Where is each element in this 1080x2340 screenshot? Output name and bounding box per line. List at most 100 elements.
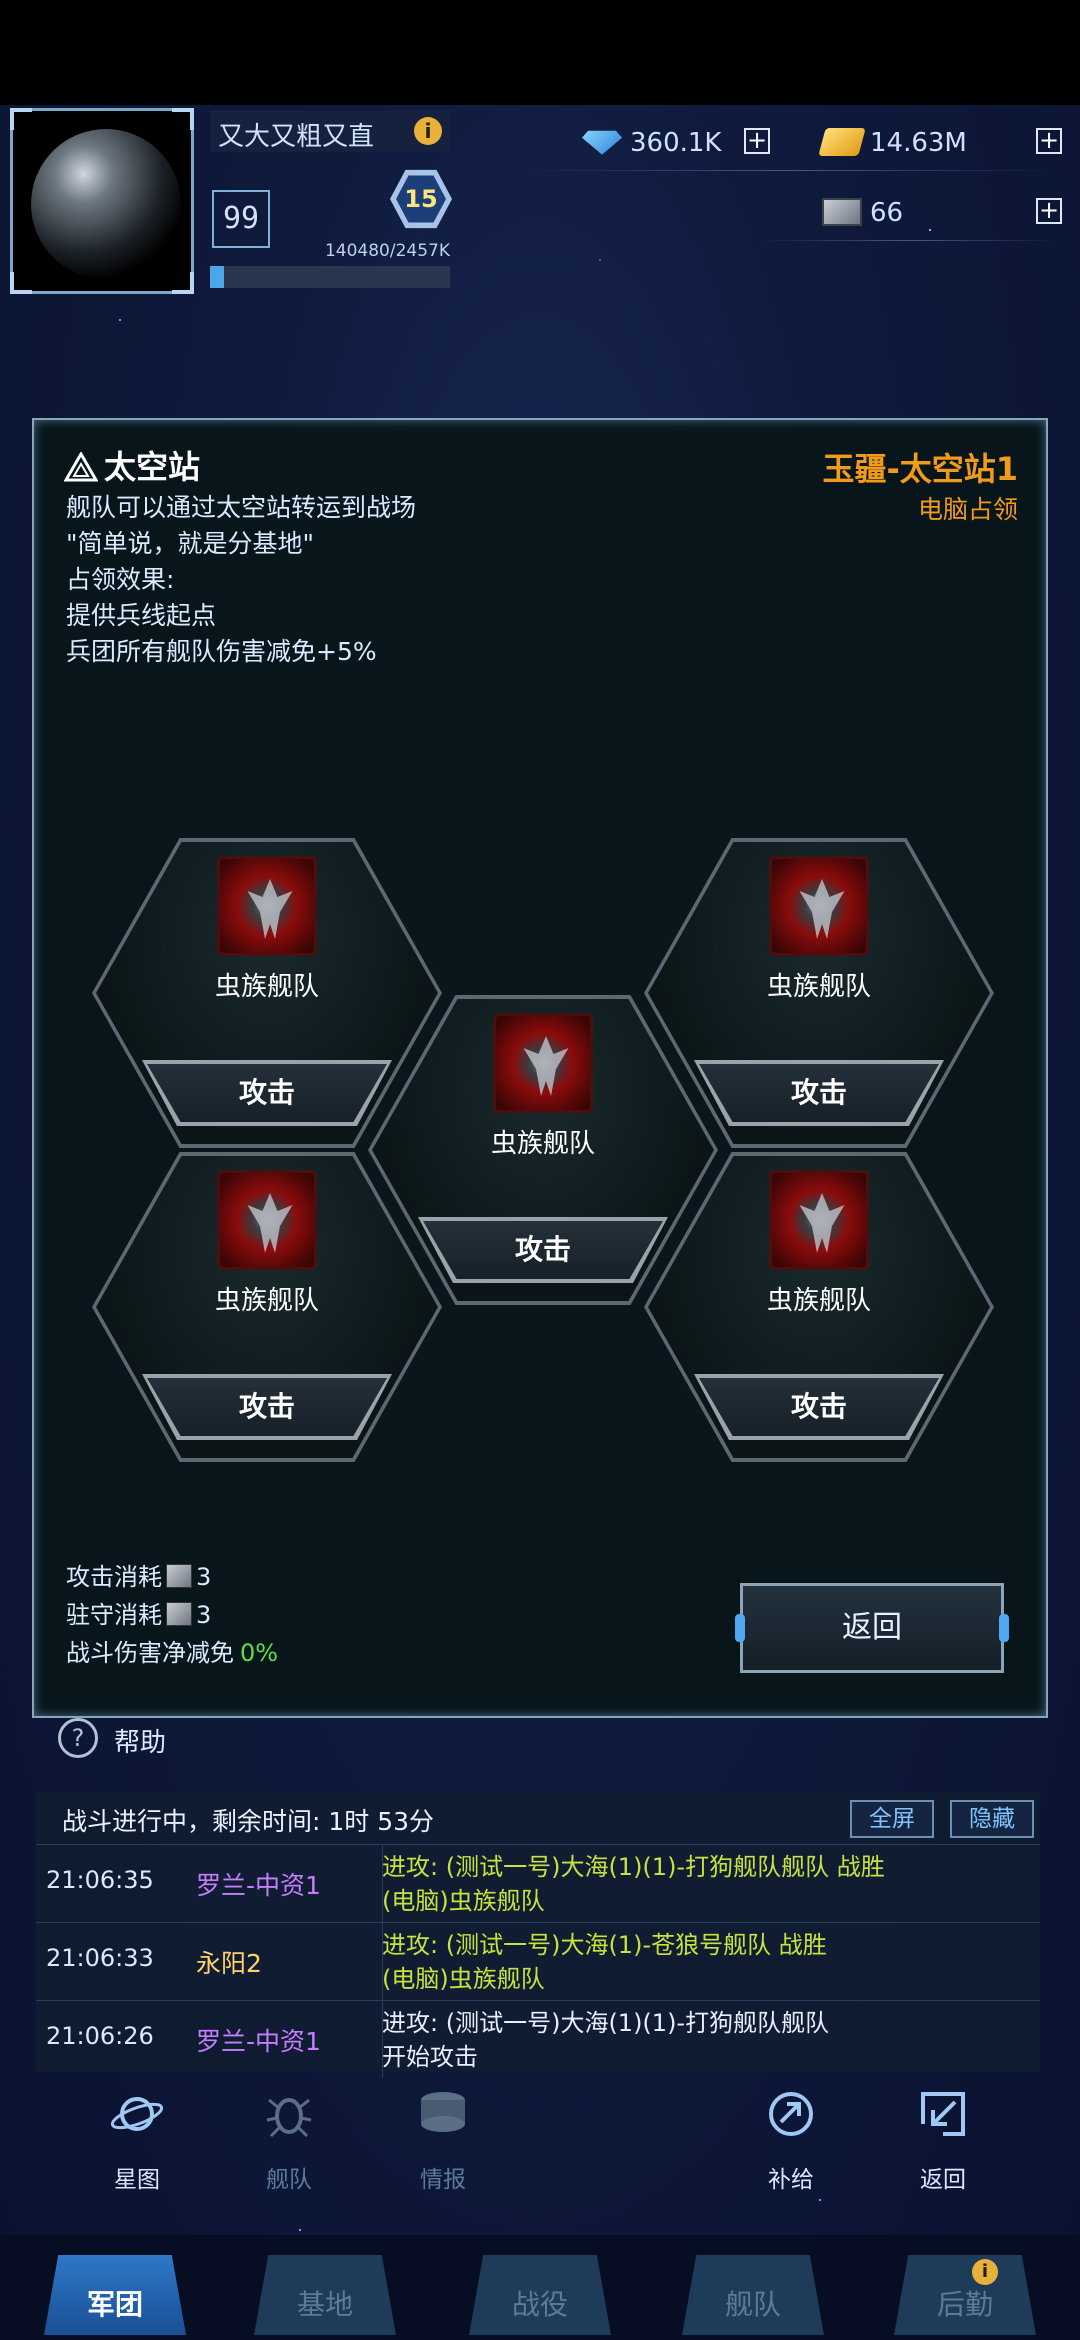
battle-log-header: 战斗进行中，剩余时间: 1时 53分 全屏 隐藏 [36,1792,1040,1845]
attack-button[interactable]: 攻击 [694,1060,944,1126]
add-crate-button[interactable]: + [1036,198,1062,224]
battle-status: 战斗进行中，剩余时间: 1时 53分 [62,1807,435,1836]
tab-logistics[interactable]: 后勤 i [880,2245,1050,2340]
tab-label: 基地 [296,2288,353,2321]
tab-fleet[interactable]: 舰队 [668,2245,838,2340]
log-message: 进攻: (测试一号)大海(1)-苍狼号舰队 战胜 (电脑)虫族舰队 [382,1931,827,1993]
bottom-nav: 军团 基地 战役 舰队 后勤 i [0,2235,1080,2340]
player-avatar[interactable] [10,108,194,294]
rank-number: 15 [404,185,438,213]
planet-icon [110,2097,164,2131]
experience-bar-fill [210,266,224,288]
log-player: 永阳2 [196,1949,262,1978]
tab-label: 军团 [86,2288,143,2321]
damage-reduction-row: 战斗伤害净减免 0% [66,1639,279,1667]
log-entry: 21:06:35 罗兰-中资1 进攻: (测试一号)大海(1)(1)-打狗舰队舰… [36,1844,1040,1923]
intel-button[interactable]: 情报 [388,2080,498,2200]
supply-icon [769,2092,813,2136]
tab-campaign[interactable]: 战役 [455,2245,625,2340]
add-gold-button[interactable]: + [1036,128,1062,154]
star-map-button[interactable]: 星图 [82,2080,192,2200]
tab-legion[interactable]: 军团 [30,2245,200,2340]
station-description: 舰队可以通过太空站转运到战场 "简单说，就是分基地" 占领效果: 提供兵线起点 … [66,490,416,670]
description-line: 兵团所有舰队伤害减免+5% [66,637,377,666]
log-entry: 21:06:26 罗兰-中资1 进攻: (测试一号)大海(1)(1)-打狗舰队舰… [36,2000,1040,2078]
zerg-emblem-icon [769,856,869,956]
attack-button[interactable]: 攻击 [142,1374,392,1440]
planet-avatar-image [31,129,181,279]
attack-button[interactable]: 攻击 [694,1374,944,1440]
return-button[interactable]: 返回 [888,2080,998,2200]
action-label: 舰队 [266,2167,312,2193]
location-owner: 电脑占领 [917,495,1018,524]
log-time: 21:06:35 [46,1866,154,1894]
log-player: 罗兰-中资1 [196,2027,321,2056]
experience-bar [210,266,450,288]
action-label: 星图 [114,2167,160,2193]
tab-label: 舰队 [724,2288,781,2321]
fleet-name: 虫族舰队 [214,1286,319,1316]
log-message: 进攻: (测试一号)大海(1)(1)-打狗舰队舰队 战胜 (电脑)虫族舰队 [382,1853,885,1915]
description-line: 舰队可以通过太空站转运到战场 [66,493,417,522]
log-player: 罗兰-中资1 [196,1871,321,1900]
description-line: "简单说，就是分基地" [66,529,314,558]
space-station-panel: 太空站 舰队可以通过太空站转运到战场 "简单说，就是分基地" 占领效果: 提供兵… [32,418,1048,1718]
zerg-emblem-icon [217,1170,317,1270]
gold-resource: 14.63M + [818,124,1062,164]
cost-info: 攻击消耗 3 驻守消耗 3 战斗伤害净减免 0% [66,1558,278,1672]
diamond-value: 360.1K [630,128,722,158]
log-message: 进攻: (测试一号)大海(1)(1)-打狗舰队舰队 开始攻击 [382,2009,830,2071]
player-name: 又大又粗又直 [218,122,375,152]
log-time: 21:06:26 [46,2022,154,2050]
tab-base[interactable]: 基地 [240,2245,410,2340]
action-label: 返回 [920,2167,966,2193]
hide-button[interactable]: 隐藏 [950,1800,1034,1838]
location-name: 玉疆-太空站1 [822,450,1018,488]
damage-reduction-value: 0% [240,1639,279,1667]
garrison-cost-row: 驻守消耗 3 [66,1601,212,1629]
bug-icon [266,2098,312,2138]
panel-title: 太空站 [64,442,200,488]
diamond-icon [582,130,622,155]
crate-icon [166,1564,192,1588]
gold-icon [818,128,866,156]
zerg-emblem-icon [769,1170,869,1270]
action-label: 补给 [768,2167,814,2193]
action-label: 情报 [420,2167,466,2193]
tab-label: 后勤 [936,2288,993,2321]
log-entry: 21:06:33 永阳2 进攻: (测试一号)大海(1)-苍狼号舰队 战胜 (电脑… [36,1922,1040,2001]
player-level: 99 [212,190,270,248]
attack-cost-row: 攻击消耗 3 [66,1563,212,1591]
description-line: 提供兵线起点 [66,601,217,630]
zerg-emblem-icon [217,856,317,956]
help-icon: ? [58,1718,98,1758]
description-line: 占领效果: [66,565,175,594]
supply-button[interactable]: 补给 [736,2080,846,2200]
return-icon [921,2092,965,2136]
diamond-resource: 360.1K + [582,124,770,164]
player-name-bar: 又大又粗又直 i [210,110,450,152]
help-label: 帮助 [114,1728,167,1758]
fleet-button[interactable]: 舰队 [234,2080,344,2200]
log-time: 21:06:33 [46,1944,154,1972]
fleet-slot: 虫族舰队 攻击 [644,1152,994,1462]
fullscreen-button[interactable]: 全屏 [850,1800,934,1838]
crate-value: 66 [870,198,904,228]
station-icon [64,452,98,482]
fleet-name: 虫族舰队 [766,1286,871,1316]
crate-resource: 66 + [822,194,1062,234]
attack-button[interactable]: 攻击 [142,1060,392,1126]
notification-icon: i [972,2259,998,2285]
crate-icon [822,198,862,226]
info-icon[interactable]: i [414,117,442,145]
panel-back-button[interactable]: 返回 [735,1583,1009,1673]
stack-icon [421,2092,465,2132]
crate-icon [166,1602,192,1626]
tab-label: 战役 [511,2288,568,2321]
rank-badge: 15 [390,168,452,230]
add-diamond-button[interactable]: + [744,128,770,154]
gold-value: 14.63M [870,128,967,158]
zerg-emblem-icon [493,1013,593,1113]
battle-log: 战斗进行中，剩余时间: 1时 53分 全屏 隐藏 21:06:35 罗兰-中资1… [36,1792,1040,2078]
attack-button[interactable]: 攻击 [418,1217,668,1283]
